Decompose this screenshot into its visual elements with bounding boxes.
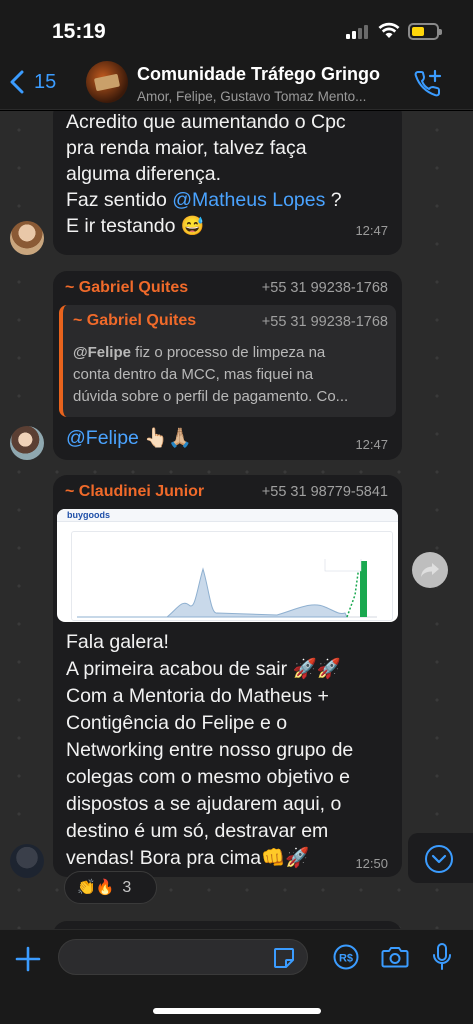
forward-button[interactable] (412, 552, 448, 588)
message-line: Networking entre nosso grupo de (66, 739, 354, 761)
quoted-message[interactable]: ~ Gabriel Quites +55 31 99238-1768 @Feli… (59, 305, 396, 417)
status-bar: 15:19 (0, 0, 473, 58)
message-bubble[interactable]: ~ Claudinei Junior +55 31 98779-5841 buy… (53, 475, 402, 877)
plus-icon[interactable] (15, 946, 41, 972)
message-time: 12:47 (355, 223, 388, 238)
quoted-mention: @Felipe (73, 344, 131, 361)
sticker-icon[interactable] (272, 946, 296, 970)
message-line: vendas! Bora pra cima👊🚀 (66, 847, 310, 869)
quoted-text: dúvida sobre o perfil de pagamento. Co..… (73, 388, 349, 405)
message-text: ? (325, 189, 342, 211)
quoted-text: conta dentro da MCC, mas fiquei na (73, 366, 314, 383)
cellular-signal-icon (346, 24, 370, 39)
forward-icon (421, 563, 439, 577)
add-call-icon[interactable] (412, 68, 444, 100)
sender-phone: +55 31 99238-1768 (261, 280, 388, 296)
scroll-to-bottom-button[interactable] (408, 833, 473, 883)
mention-link[interactable]: @Matheus Lopes (172, 189, 325, 211)
unread-count: 15 (34, 70, 57, 93)
message-text: E ir testando (66, 215, 176, 237)
group-avatar[interactable] (86, 61, 128, 103)
message-time: 12:47 (355, 437, 388, 452)
sender-phone: +55 31 98779-5841 (261, 484, 388, 500)
sender-name[interactable]: ~ Gabriel Quites (65, 279, 188, 297)
avatar[interactable] (10, 221, 44, 255)
message-time: 12:50 (355, 856, 388, 871)
message-line: colegas com o mesmo objetivo e (66, 766, 350, 788)
quoted-sender: ~ Gabriel Quites (73, 312, 197, 329)
image-logo: buygoods (67, 510, 110, 520)
pointing-up-praying-emoji: 👆🏻🙏🏼 (144, 428, 192, 449)
camera-icon[interactable] (381, 945, 409, 969)
reactions-bar[interactable]: 👏🔥 3 (64, 871, 157, 904)
message-line: pra renda maior, talvez faça (66, 137, 307, 159)
battery-icon (408, 23, 442, 40)
message-line: Fala galera! (66, 631, 169, 653)
message-line: Com a Mentoria do Matheus + (66, 685, 329, 707)
chevron-left-icon (10, 70, 24, 94)
reaction-emojis: 👏🔥 (77, 879, 115, 896)
mention-link[interactable]: @Felipe (66, 427, 139, 449)
chat-area[interactable]: Acredito que aumentando o Cpc pra renda … (0, 111, 473, 929)
status-time: 15:19 (52, 20, 106, 43)
message-input[interactable] (58, 939, 308, 975)
sweat-smile-emoji: 😅 (180, 216, 205, 237)
avatar[interactable] (10, 426, 44, 460)
message-line: destino é um só, destravar em (66, 820, 329, 842)
next-message-bubble[interactable] (53, 921, 402, 929)
message-bubble[interactable]: Acredito que aumentando o Cpc pra renda … (53, 111, 402, 255)
wifi-icon (378, 22, 400, 38)
message-composer: R$ (0, 929, 473, 1024)
group-title[interactable]: Comunidade Tráfego Gringo (137, 64, 380, 85)
quoted-text: fiz o processo de limpeza na (130, 344, 326, 361)
quoted-phone: +55 31 99238-1768 (261, 314, 388, 330)
message-line: A primeira acabou de sair 🚀🚀 (66, 658, 342, 680)
microphone-icon[interactable] (432, 942, 452, 972)
group-members[interactable]: Amor, Felipe, Gustavo Tomaz Mento... (137, 89, 399, 104)
svg-text:R$: R$ (339, 953, 353, 965)
image-attachment[interactable]: buygoods (57, 509, 398, 622)
home-indicator (153, 1008, 321, 1014)
message-bubble[interactable]: ~ Gabriel Quites +55 31 99238-1768 ~ Gab… (53, 271, 402, 460)
message-line: Acredito que aumentando o Cpc (66, 111, 346, 133)
chevron-down-icon (425, 845, 453, 873)
reaction-count: 3 (122, 878, 132, 896)
message-line: Contigência do Felipe e o (66, 712, 288, 734)
message-text: Faz sentido (66, 189, 173, 211)
back-button[interactable]: 15 (10, 70, 56, 94)
chat-header: 15 Comunidade Tráfego Gringo Amor, Felip… (0, 58, 473, 110)
message-line: dispostos a se ajudarem aqui, o (66, 793, 342, 815)
message-line: alguma diferença. (66, 163, 222, 185)
payment-icon[interactable]: R$ (333, 944, 359, 970)
sender-name[interactable]: ~ Claudinei Junior (65, 483, 204, 501)
avatar[interactable] (10, 844, 44, 878)
